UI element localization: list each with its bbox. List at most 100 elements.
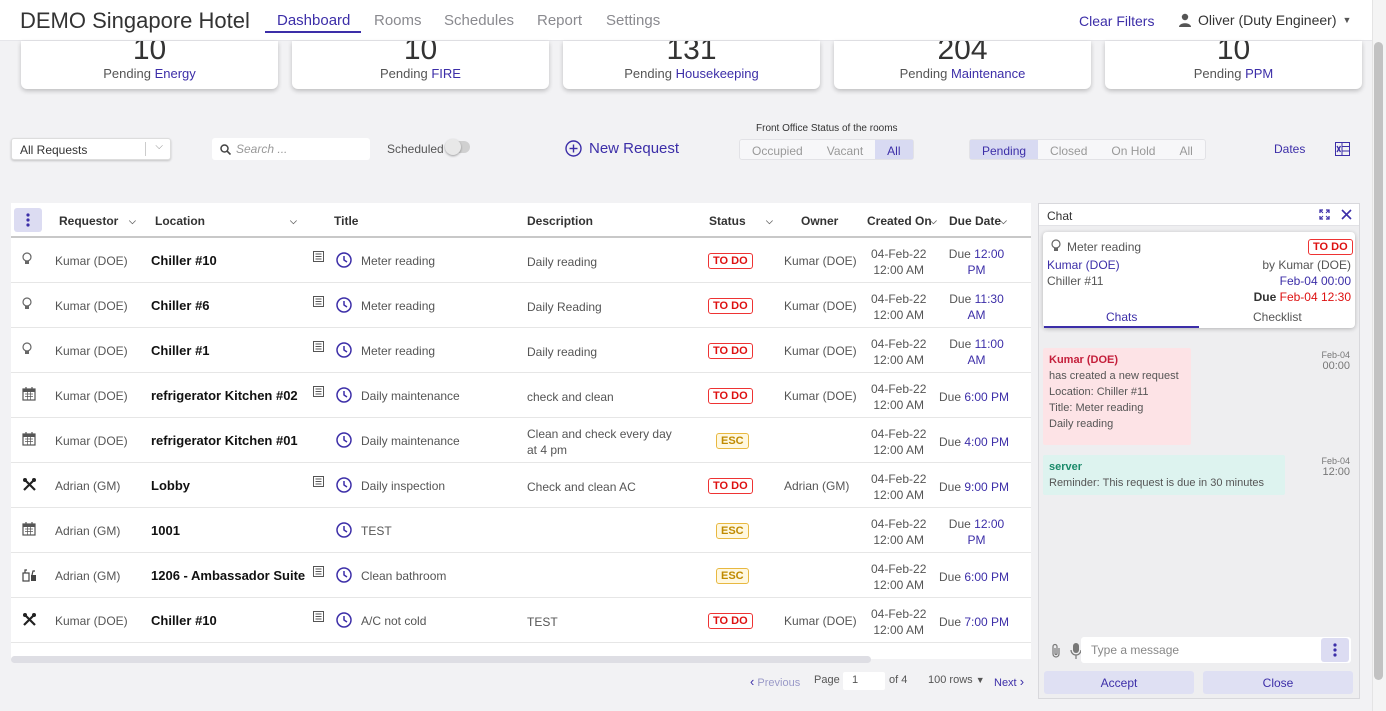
request-status-pending[interactable]: Pending (970, 140, 1039, 159)
accept-button[interactable]: Accept (1044, 671, 1194, 694)
clear-filters-link[interactable]: Clear Filters (1079, 13, 1154, 29)
chat-tab-checklist[interactable]: Checklist (1253, 310, 1302, 324)
room-status-vacant[interactable]: Vacant (815, 140, 875, 159)
page-number-input[interactable]: 1 (843, 672, 885, 690)
notes-icon[interactable] (313, 386, 324, 400)
card-count: 131 (666, 41, 717, 66)
chat-panel: Chat Meter reading TO DO Kumar (DOE) by … (1038, 203, 1360, 699)
column-menu-button[interactable] (14, 208, 42, 232)
rows-per-page-select[interactable]: 100 rows ▼ (928, 674, 985, 686)
location-cell[interactable]: Chiller #1 (151, 343, 210, 358)
table-row[interactable]: Adrian (GM) 1206 - Ambassador Suite Clean … (11, 553, 1031, 598)
clock-icon (336, 342, 352, 361)
chat-tab-chats[interactable]: Chats (1106, 310, 1137, 324)
table-row[interactable]: Kumar (DOE) Chiller #10 Meter reading Daily… (11, 238, 1031, 283)
chat-menu-button[interactable] (1321, 638, 1349, 662)
title-cell[interactable]: Meter reading (361, 344, 435, 358)
request-type-select[interactable]: All Requests ⌵ (11, 138, 171, 160)
title-cell[interactable]: Meter reading (361, 254, 435, 268)
scheduled-toggle[interactable] (445, 139, 470, 155)
table-row[interactable]: Kumar (DOE) Chiller #1 Meter reading Daily … (11, 328, 1031, 373)
table-row[interactable]: Adrian (GM) 1001 TEST ESC 04-Feb-22 12:00 AM D… (11, 508, 1031, 553)
message-line: Title: Meter reading (1049, 402, 1144, 414)
title-cell[interactable]: A/C not cold (361, 614, 426, 628)
col-created-on[interactable]: Created On ⌵ (867, 214, 937, 228)
notes-icon[interactable] (313, 341, 324, 355)
description-cell: Daily reading (527, 255, 598, 269)
clock-icon (336, 567, 352, 586)
created-on-cell: 04-Feb-22 12:00 AM (871, 517, 927, 547)
col-status[interactable]: Status ⌵ (709, 214, 773, 228)
col-description[interactable]: Description (527, 214, 593, 228)
title-cell[interactable]: Clean bathroom (361, 569, 446, 583)
title-cell[interactable]: Meter reading (361, 299, 435, 313)
status-badge: TO DO (708, 388, 753, 404)
expand-icon[interactable] (1319, 209, 1330, 220)
notes-icon[interactable] (313, 476, 324, 490)
table-row[interactable]: Kumar (DOE) refrigerator Kitchen #02 Daily… (11, 373, 1031, 418)
requestor-cell: Kumar (DOE) (55, 614, 128, 628)
notes-icon[interactable] (313, 251, 324, 265)
summary-card-fire[interactable]: 10 Pending FIRE (292, 41, 549, 89)
tools-icon (22, 612, 37, 630)
summary-card-ppm[interactable]: 10 Pending PPM (1105, 41, 1362, 89)
location-cell[interactable]: 1206 - Ambassador Suite (151, 568, 305, 583)
title-cell[interactable]: Daily maintenance (361, 434, 460, 448)
col-location[interactable]: Location ⌵ (155, 214, 297, 228)
previous-page-button[interactable]: ‹ Previous (750, 674, 800, 689)
dates-button[interactable]: Dates (1274, 142, 1305, 156)
scheduled-label: Scheduled (387, 142, 444, 156)
tab-report[interactable]: Report (537, 12, 582, 29)
title-cell[interactable]: Daily inspection (361, 479, 445, 493)
request-status-closed[interactable]: Closed (1038, 140, 1099, 159)
chat-message-input[interactable]: Type a message (1081, 637, 1351, 663)
new-request-button[interactable]: New Request (565, 140, 679, 157)
caret-down-icon: ▼ (1342, 15, 1352, 25)
title-cell[interactable]: TEST (361, 524, 392, 538)
location-cell[interactable]: Lobby (151, 478, 190, 493)
location-cell[interactable]: Chiller #10 (151, 613, 217, 628)
location-cell[interactable]: Chiller #10 (151, 253, 217, 268)
table-row[interactable]: Adrian (GM) Lobby Daily inspection Check an… (11, 463, 1031, 508)
room-status-all[interactable]: All (875, 140, 913, 159)
title-cell[interactable]: Daily maintenance (361, 389, 460, 403)
col-due-date[interactable]: Due Date ⌵ (949, 214, 1007, 228)
search-input[interactable]: Search ... (212, 138, 370, 160)
user-menu[interactable]: Oliver (Duty Engineer) ▼ (1178, 12, 1351, 28)
table-horizontal-scrollbar[interactable] (11, 656, 871, 663)
table-row[interactable]: Kumar (DOE) refrigerator Kitchen #01 Daily… (11, 418, 1031, 463)
tab-dashboard[interactable]: Dashboard (277, 12, 350, 29)
col-owner[interactable]: Owner (801, 214, 838, 228)
close-icon[interactable] (1341, 209, 1352, 220)
tab-schedules[interactable]: Schedules (444, 12, 514, 29)
room-status-occupied[interactable]: Occupied (740, 140, 815, 159)
summary-card-housekeeping[interactable]: 131 Pending Housekeeping (563, 41, 820, 89)
location-cell[interactable]: 1001 (151, 523, 180, 538)
request-status-all[interactable]: All (1167, 140, 1204, 159)
table-row[interactable]: Kumar (DOE) Chiller #10 A/C not cold TEST TO… (11, 598, 1031, 643)
summary-card-energy[interactable]: 10 Pending Energy (21, 41, 278, 89)
next-page-button[interactable]: Next › (994, 674, 1024, 689)
request-status-on-hold[interactable]: On Hold (1099, 140, 1167, 159)
table-row[interactable]: Kumar (DOE) Chiller #6 Meter reading Daily … (11, 283, 1031, 328)
page-scrollbar-thumb[interactable] (1374, 42, 1383, 680)
location-cell[interactable]: refrigerator Kitchen #01 (151, 433, 298, 448)
col-requestor[interactable]: Requestor ⌵ (59, 214, 136, 228)
close-button[interactable]: Close (1203, 671, 1353, 694)
owner-cell: Adrian (GM) (784, 479, 850, 493)
col-title[interactable]: Title (334, 214, 358, 228)
tab-rooms[interactable]: Rooms (374, 12, 422, 29)
notes-icon[interactable] (313, 566, 324, 580)
tab-settings[interactable]: Settings (606, 12, 660, 29)
message-sender: Kumar (DOE) (1049, 354, 1119, 366)
top-nav: DEMO Singapore Hotel Dashboard Rooms Sch… (0, 0, 1372, 41)
excel-export-icon[interactable] (1335, 142, 1350, 159)
location-cell[interactable]: Chiller #6 (151, 298, 210, 313)
summary-card-maintenance[interactable]: 204 Pending Maintenance (834, 41, 1091, 89)
notes-icon[interactable] (313, 611, 324, 625)
notes-icon[interactable] (313, 296, 324, 310)
location-cell[interactable]: refrigerator Kitchen #02 (151, 388, 298, 403)
requestor-cell: Kumar (DOE) (55, 344, 128, 358)
sort-caret-icon: ⌵ (290, 216, 297, 226)
attachment-icon[interactable] (1050, 643, 1062, 659)
